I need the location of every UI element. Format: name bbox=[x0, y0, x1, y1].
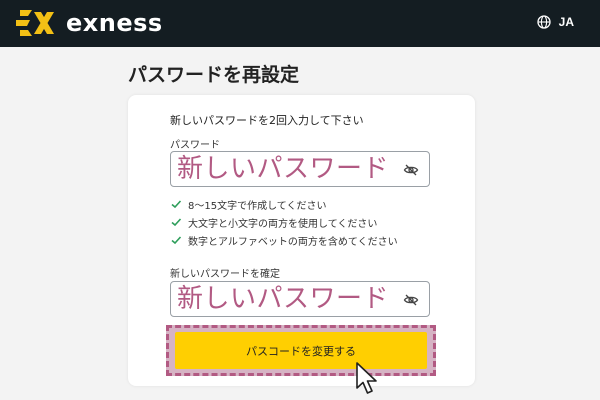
form-instruction: 新しいパスワードを2回入力して下さい bbox=[170, 114, 364, 127]
rule-text: 数字とアルファベットの両方を含めてください bbox=[188, 236, 398, 248]
confirm-password-field[interactable]: 新しいパスワード bbox=[170, 281, 430, 317]
rule-alnum: 数字とアルファベットの両方を含めてください bbox=[170, 231, 398, 249]
globe-icon bbox=[537, 15, 551, 29]
eye-off-icon[interactable] bbox=[403, 162, 419, 178]
change-password-button[interactable]: パスコードを変更する bbox=[175, 332, 427, 369]
page-title: パスワードを再設定 bbox=[128, 64, 300, 86]
reset-password-card: 新しいパスワードを2回入力して下さい パスワード 新しいパスワード 8～15文字… bbox=[128, 95, 475, 386]
check-icon bbox=[171, 236, 182, 245]
eye-off-icon[interactable] bbox=[403, 292, 419, 308]
exness-logo-icon bbox=[16, 10, 54, 36]
button-highlight-frame: パスコードを変更する bbox=[166, 325, 436, 376]
rule-text: 8～15文字で作成してください bbox=[188, 200, 327, 212]
check-icon bbox=[171, 218, 182, 227]
new-password-value: 新しいパスワード bbox=[177, 154, 390, 184]
language-code: JA bbox=[558, 15, 574, 29]
new-password-field[interactable]: 新しいパスワード bbox=[170, 151, 430, 187]
language-selector[interactable]: JA bbox=[537, 15, 574, 29]
password-label: パスワード bbox=[170, 140, 220, 151]
brand-name: exness bbox=[66, 9, 163, 37]
password-rules: 8～15文字で作成してください 大文字と小文字の両方を使用してください 数字とア… bbox=[170, 195, 398, 249]
confirm-password-label: 新しいパスワードを確定 bbox=[170, 269, 280, 280]
rule-length: 8～15文字で作成してください bbox=[170, 195, 398, 213]
top-header: exness JA bbox=[0, 0, 600, 47]
rule-text: 大文字と小文字の両方を使用してください bbox=[188, 218, 378, 230]
rule-case: 大文字と小文字の両方を使用してください bbox=[170, 213, 398, 231]
confirm-password-value: 新しいパスワード bbox=[177, 284, 390, 314]
mouse-pointer-icon bbox=[355, 362, 379, 396]
exness-logo[interactable]: exness bbox=[14, 8, 163, 38]
check-icon bbox=[171, 200, 182, 209]
